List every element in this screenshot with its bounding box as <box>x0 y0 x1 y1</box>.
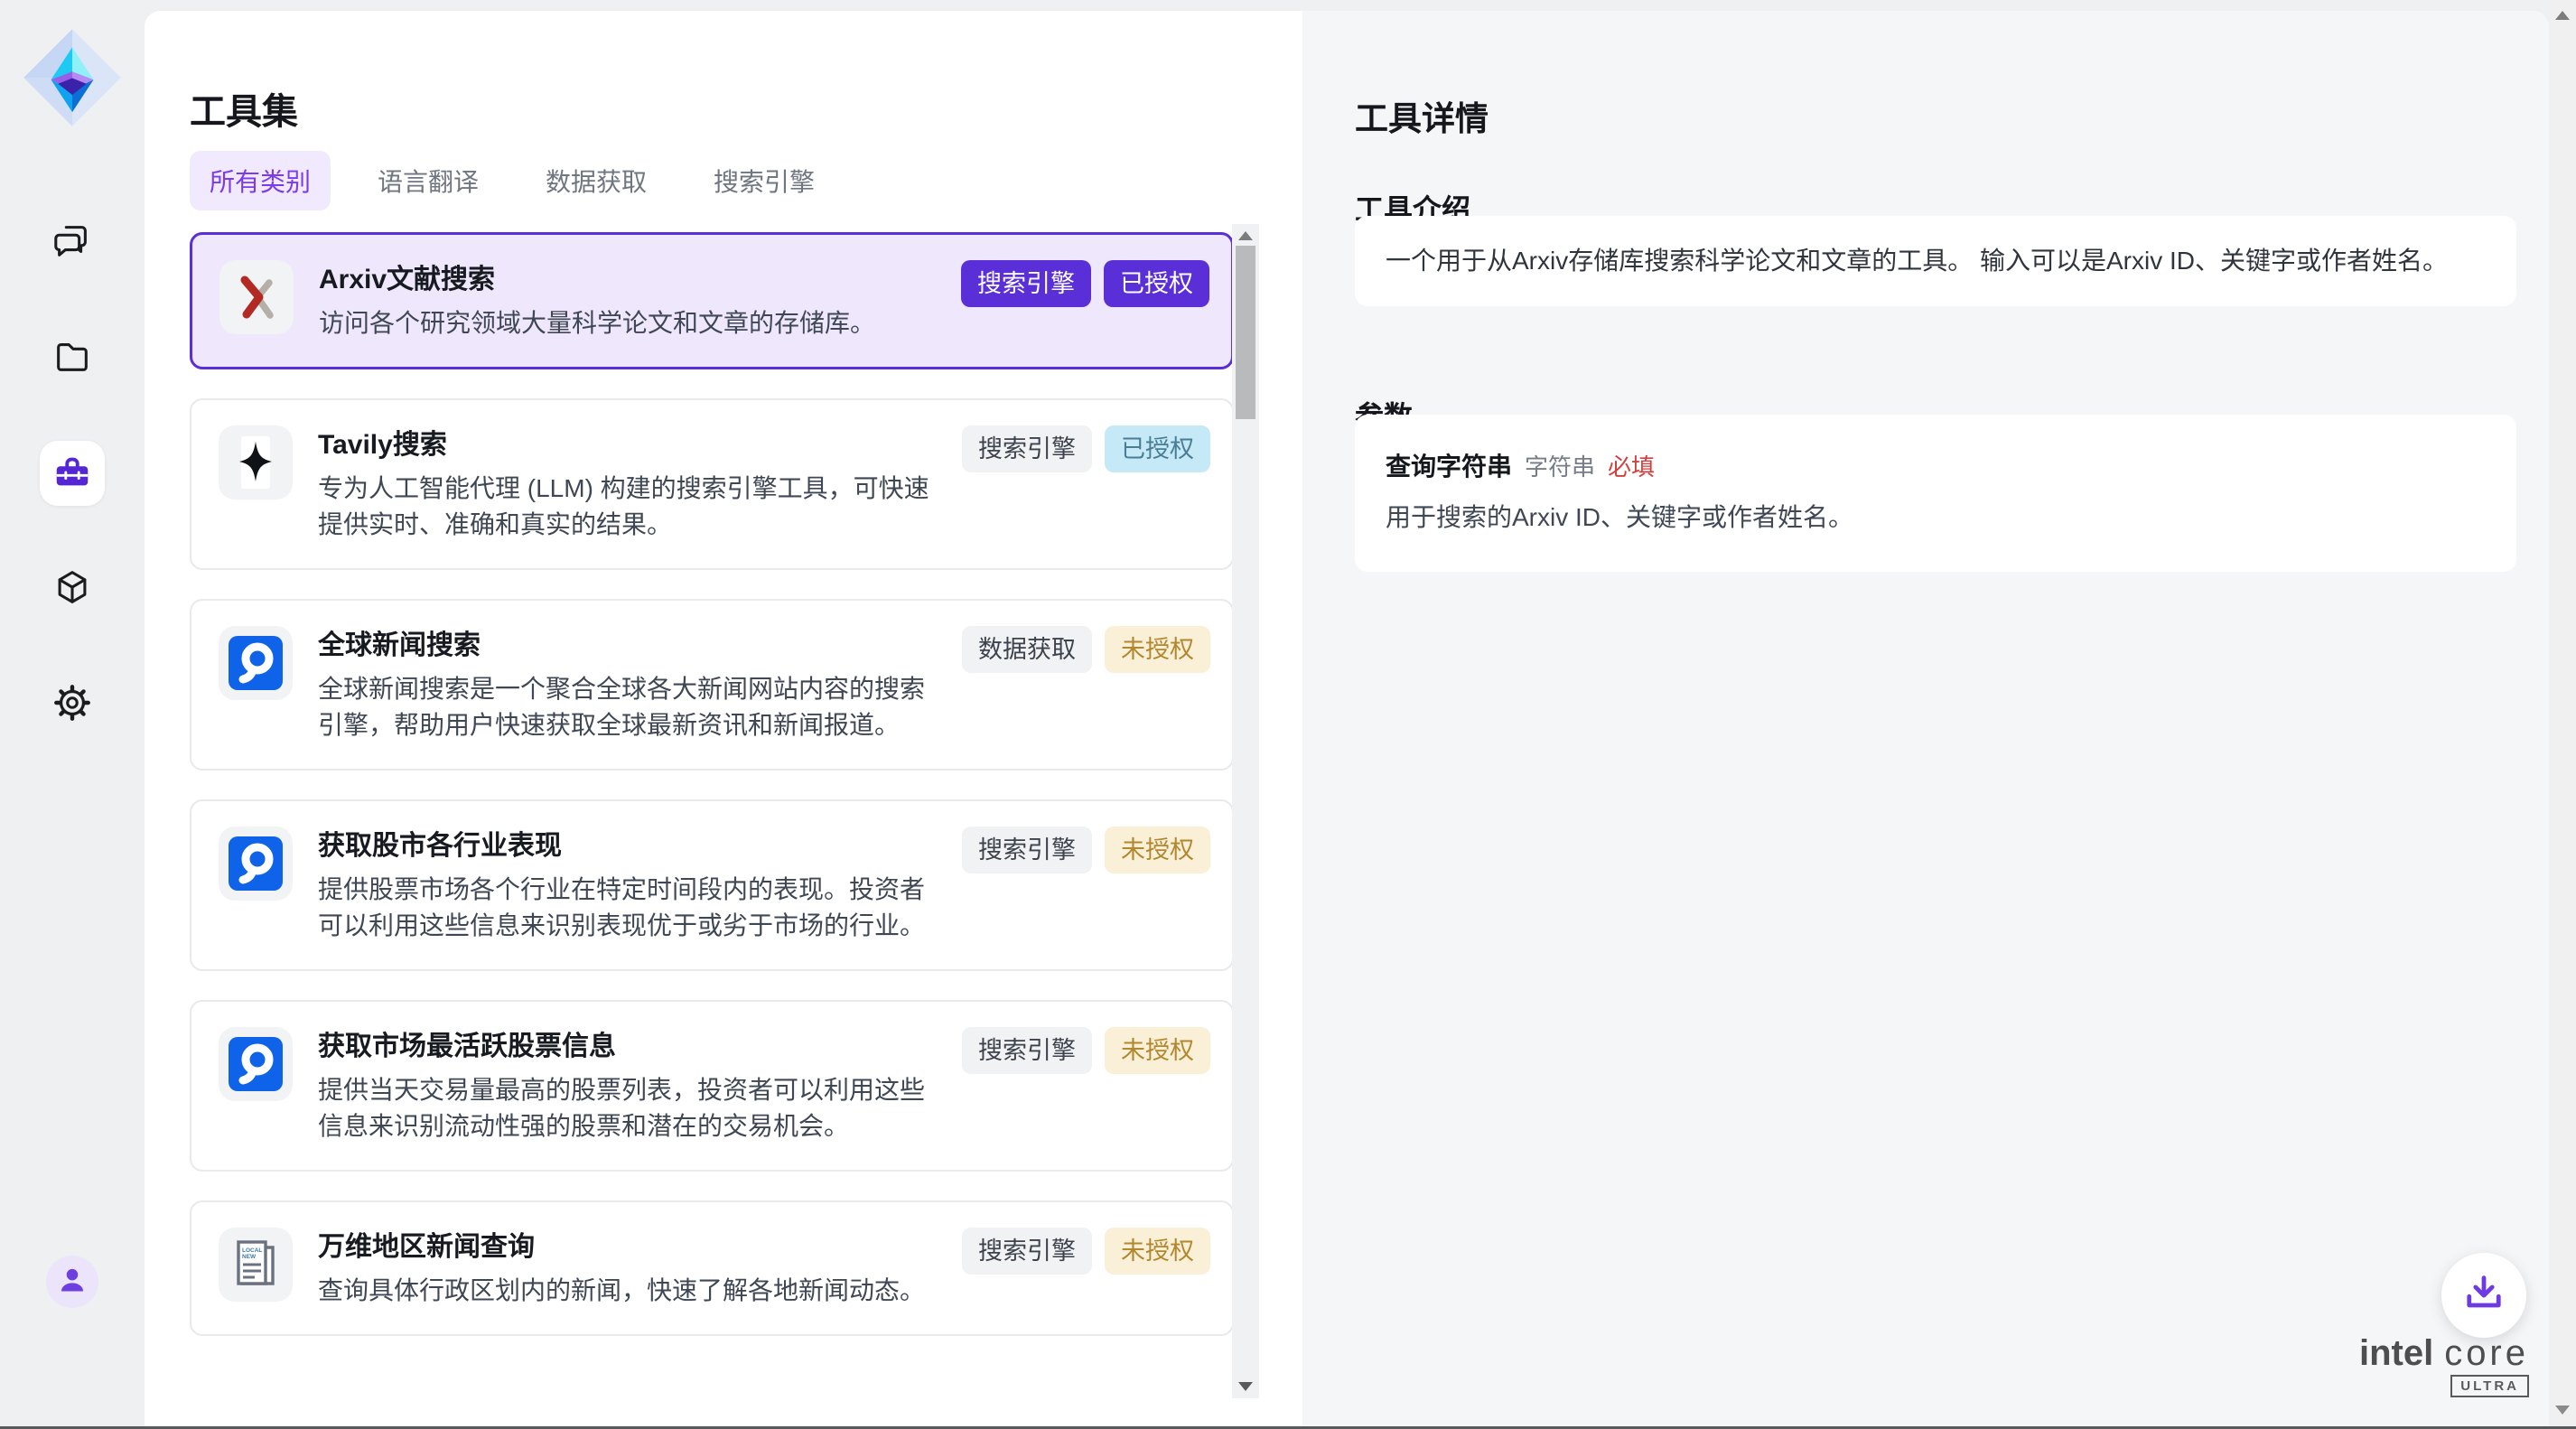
param-card: 查询字符串 字符串 必填 用于搜索的Arxiv ID、关键字或作者姓名。 <box>1355 415 2516 572</box>
intel-logo-text: intel <box>2359 1333 2433 1373</box>
tool-card-description: 提供当天交易量最高的股票列表，投资者可以利用这些信息来识别流动性强的股票和潜在的… <box>318 1072 946 1144</box>
sidebar-item-tools[interactable] <box>40 441 105 506</box>
tool-card-description: 查询具体行政区划内的新闻，快速了解各地新闻动态。 <box>318 1273 925 1309</box>
page-scrollbar[interactable] <box>2549 0 2576 1429</box>
folder-icon <box>51 335 93 381</box>
category-badge: 搜索引擎 <box>962 1228 1092 1275</box>
blueq-tool-icon <box>219 827 293 901</box>
download-button[interactable] <box>2441 1253 2526 1338</box>
ultra-badge: ULTRA <box>2450 1375 2529 1397</box>
toolbox-icon <box>51 451 93 497</box>
auth-status-badge: 未授权 <box>1105 1027 1210 1074</box>
scroll-up-arrow-icon[interactable] <box>1238 231 1253 240</box>
news-tool-icon: LOCAL NEW <box>219 1228 293 1302</box>
category-tabs: 所有类别语言翻译数据获取搜索引擎 <box>190 151 835 210</box>
tool-cards-list: Arxiv文献搜索访问各个研究领域大量科学论文和文章的存储库。搜索引擎已授权 T… <box>190 224 1234 1336</box>
sidebar-item-files[interactable] <box>40 325 105 390</box>
main-window: 工具集 所有类别语言翻译数据获取搜索引擎 Arxiv文献搜索访问各个研究领域大量… <box>145 11 2549 1429</box>
arxiv-tool-icon <box>219 260 294 334</box>
tool-card[interactable]: Tavily搜索专为人工智能代理 (LLM) 构建的搜索引擎工具，可快速提供实时… <box>190 398 1234 570</box>
intro-card: 一个用于从Arxiv存储库搜索科学论文和文章的工具。 输入可以是Arxiv ID… <box>1355 216 2516 306</box>
download-icon <box>2460 1270 2507 1322</box>
chat-icon <box>51 219 93 266</box>
tool-card[interactable]: Arxiv文献搜索访问各个研究领域大量科学论文和文章的存储库。 搜索引擎已授权 <box>190 232 1234 369</box>
tool-card-description: 访问各个研究领域大量科学论文和文章的存储库。 <box>319 305 875 341</box>
intro-text: 一个用于从Arxiv存储库搜索科学论文和文章的工具。 输入可以是Arxiv ID… <box>1386 247 2448 275</box>
sidebar-item-models[interactable] <box>40 556 105 621</box>
auth-status-badge: 已授权 <box>1105 425 1210 472</box>
tool-card[interactable]: 全球新闻搜索全球新闻搜索是一个聚合全球各大新闻网站内容的搜索引擎，帮助用户快速获… <box>190 599 1234 771</box>
auth-status-badge: 未授权 <box>1105 1228 1210 1275</box>
sidebar-item-settings[interactable] <box>40 672 105 737</box>
tool-card[interactable]: 获取市场最活跃股票信息提供当天交易量最高的股票列表，投资者可以利用这些信息来识别… <box>190 1000 1234 1172</box>
tool-list-title: 工具集 <box>190 82 298 135</box>
app-root: { "colors": { "accent_purple": "#5b2fd8"… <box>0 0 2576 1429</box>
tool-card-description: 提供股票市场各个行业在特定时间段内的表现。投资者可以利用这些信息来识别表现优于或… <box>318 872 946 944</box>
category-badge: 搜索引擎 <box>962 1027 1092 1074</box>
tool-card-description: 专为人工智能代理 (LLM) 构建的搜索引擎工具，可快速提供实时、准确和真实的结… <box>318 471 946 543</box>
param-description: 用于搜索的Arxiv ID、关键字或作者姓名。 <box>1386 500 2486 536</box>
intel-core-badge: intel core ULTRA <box>2359 1335 2529 1397</box>
blueq-tool-icon <box>219 626 293 700</box>
cube-icon <box>51 566 93 612</box>
sidebar-item-chat[interactable] <box>40 210 105 275</box>
user-avatar[interactable] <box>46 1256 98 1308</box>
tool-card-title: 获取股市各行业表现 <box>318 827 946 866</box>
tab-数据获取[interactable]: 数据获取 <box>526 151 667 210</box>
rail-nav <box>40 210 105 737</box>
tool-card-title: 万维地区新闻查询 <box>318 1228 925 1267</box>
tavily-tool-icon <box>219 425 293 500</box>
page-scroll-down-arrow-icon[interactable] <box>2555 1406 2570 1415</box>
category-badge: 数据获取 <box>962 626 1092 673</box>
tab-搜索引擎[interactable]: 搜索引擎 <box>694 151 835 210</box>
auth-status-badge: 已授权 <box>1104 260 1209 307</box>
page-scroll-up-arrow-icon[interactable] <box>2555 11 2570 20</box>
left-rail <box>0 0 145 1429</box>
tool-card[interactable]: 获取股市各行业表现提供股票市场各个行业在特定时间段内的表现。投资者可以利用这些信… <box>190 799 1234 971</box>
svg-text:NEW: NEW <box>242 1254 257 1260</box>
category-badge: 搜索引擎 <box>962 425 1092 472</box>
details-title: 工具详情 <box>1355 91 1489 140</box>
tool-card-description: 全球新闻搜索是一个聚合全球各大新闻网站内容的搜索引擎，帮助用户快速获取全球最新资… <box>318 671 946 743</box>
gear-icon <box>51 682 93 728</box>
blueq-tool-icon <box>219 1027 293 1101</box>
tool-list-scrollbar-thumb[interactable] <box>1236 246 1255 419</box>
auth-status-badge: 未授权 <box>1105 626 1210 673</box>
param-name: 查询字符串 <box>1386 447 1512 483</box>
person-icon <box>54 1262 90 1303</box>
tool-card-title: 获取市场最活跃股票信息 <box>318 1027 946 1067</box>
app-logo-icon <box>22 27 123 128</box>
param-type: 字符串 <box>1525 449 1595 482</box>
category-badge: 搜索引擎 <box>961 260 1091 307</box>
scroll-down-arrow-icon[interactable] <box>1238 1382 1253 1391</box>
tool-card-title: Tavily搜索 <box>318 425 946 465</box>
core-logo-text: core <box>2444 1333 2529 1373</box>
auth-status-badge: 未授权 <box>1105 827 1210 873</box>
tab-所有类别[interactable]: 所有类别 <box>190 151 331 210</box>
svg-text:LOCAL: LOCAL <box>242 1247 262 1254</box>
category-badge: 搜索引擎 <box>962 827 1092 873</box>
tool-card-title: Arxiv文献搜索 <box>319 260 875 300</box>
tab-语言翻译[interactable]: 语言翻译 <box>358 151 499 210</box>
panel-toggle-button[interactable] <box>51 1335 93 1377</box>
tool-card[interactable]: LOCAL NEW 万维地区新闻查询查询具体行政区划内的新闻，快速了解各地新闻动… <box>190 1200 1234 1336</box>
param-header-row: 查询字符串 字符串 必填 <box>1386 447 2486 483</box>
tool-list-panel: 工具集 所有类别语言翻译数据获取搜索引擎 Arxiv文献搜索访问各个研究领域大量… <box>145 11 1302 1429</box>
tool-list-scrollbar[interactable] <box>1232 224 1259 1398</box>
tool-card-title: 全球新闻搜索 <box>318 626 946 666</box>
tool-cards-viewport: Arxiv文献搜索访问各个研究领域大量科学论文和文章的存储库。搜索引擎已授权 T… <box>145 224 1283 1378</box>
tool-details-panel: 工具详情 工具介绍 一个用于从Arxiv存储库搜索科学论文和文章的工具。 输入可… <box>1302 11 2549 1429</box>
param-required-badge: 必填 <box>1608 449 1655 482</box>
